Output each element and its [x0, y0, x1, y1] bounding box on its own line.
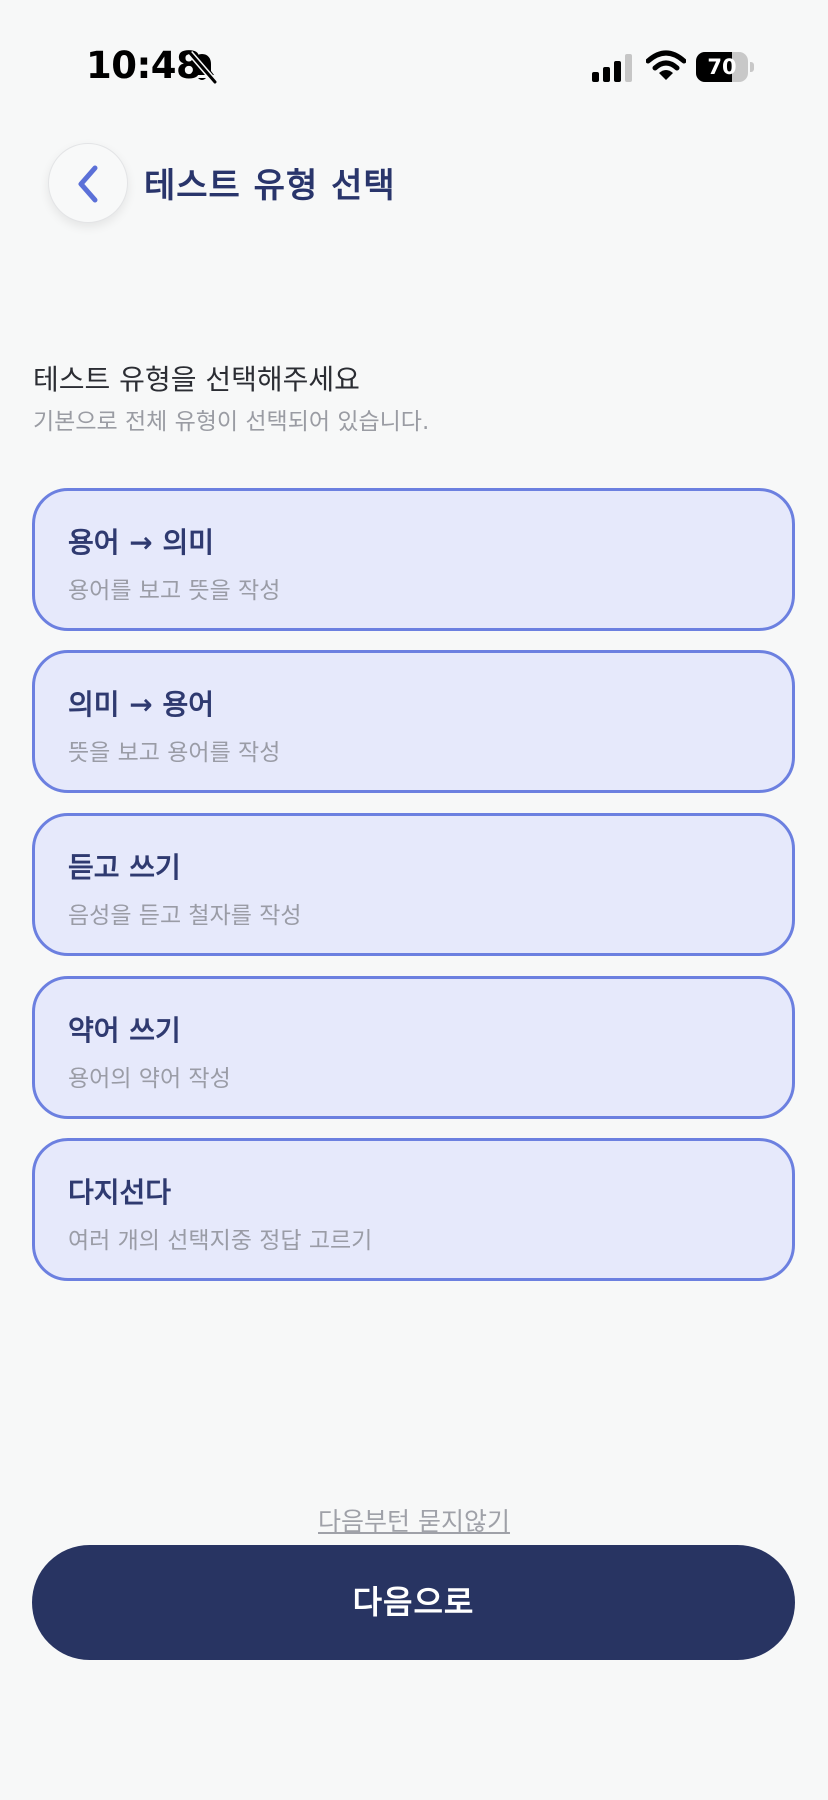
option-card-listen-and-write[interactable]: 듣고 쓰기 음성을 듣고 철자를 작성 — [32, 813, 795, 956]
option-title: 다지선다 — [68, 1176, 172, 1209]
option-description: 음성을 듣고 철자를 작성 — [68, 903, 302, 929]
option-title: 듣고 쓰기 — [68, 851, 181, 884]
prompt-subtitle: 기본으로 전체 유형이 선택되어 있습니다. — [33, 409, 430, 435]
screen: 10:48 70 테스트 유형 선택 테스트 유형을 선택해주세요 기본으로 전… — [0, 0, 828, 1800]
option-card-term-to-meaning[interactable]: 용어 → 의미 용어를 보고 뜻을 작성 — [32, 488, 795, 631]
battery-level: 70 — [707, 55, 737, 79]
bell-slash-icon — [187, 51, 218, 84]
option-card-abbreviation[interactable]: 약어 쓰기 용어의 약어 작성 — [32, 976, 795, 1119]
option-description: 여러 개의 선택지중 정답 고르기 — [68, 1228, 373, 1254]
battery-body: 70 — [696, 52, 748, 82]
option-description: 용어의 약어 작성 — [68, 1066, 231, 1092]
option-title: 용어 → 의미 — [68, 526, 214, 559]
option-title: 의미 → 용어 — [68, 688, 214, 721]
chevron-left-icon — [78, 165, 98, 203]
status-time: 10:48 — [86, 44, 202, 87]
page-title: 테스트 유형 선택 — [144, 166, 396, 206]
option-title: 약어 쓰기 — [68, 1014, 181, 1047]
next-button[interactable]: 다음으로 — [32, 1545, 795, 1660]
prompt-title: 테스트 유형을 선택해주세요 — [33, 363, 360, 396]
dont-ask-again-link[interactable]: 다음부턴 묻지않기 — [0, 1502, 828, 1538]
option-description: 용어를 보고 뜻을 작성 — [68, 578, 281, 604]
cellular-signal-icon — [592, 54, 632, 82]
option-description: 뜻을 보고 용어를 작성 — [68, 740, 281, 766]
battery-cap — [750, 62, 754, 72]
option-card-multiple-choice[interactable]: 다지선다 여러 개의 선택지중 정답 고르기 — [32, 1138, 795, 1281]
option-card-meaning-to-term[interactable]: 의미 → 용어 뜻을 보고 용어를 작성 — [32, 650, 795, 793]
battery-icon: 70 — [696, 52, 754, 82]
wifi-icon — [646, 50, 686, 80]
back-button[interactable] — [48, 143, 128, 223]
